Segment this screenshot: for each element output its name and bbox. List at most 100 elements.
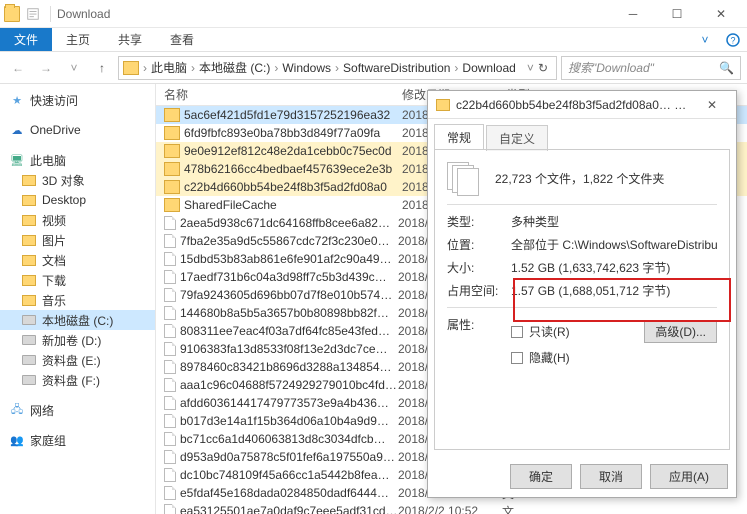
- breadcrumb-item[interactable]: 本地磁盘 (C:): [197, 59, 272, 76]
- sidebar-item[interactable]: 资料盘 (E:): [0, 350, 155, 370]
- ribbon-expand-icon[interactable]: ˅: [691, 28, 719, 51]
- files-stack-icon: [447, 162, 479, 194]
- chevron-right-icon[interactable]: ›: [189, 61, 197, 75]
- ribbon-share-tab[interactable]: 共享: [104, 28, 156, 51]
- star-icon: ★: [10, 93, 24, 107]
- separator: [50, 6, 51, 22]
- sidebar-item[interactable]: 新加卷 (D:): [0, 330, 155, 350]
- search-icon[interactable]: 🔍: [719, 61, 734, 75]
- file-name: SharedFileCache: [184, 198, 402, 212]
- chevron-right-icon[interactable]: ›: [272, 61, 280, 75]
- navigation-bar: ← → ˅ ↑ › 此电脑 › 本地磁盘 (C:) › Windows › So…: [0, 52, 747, 84]
- file-row[interactable]: ea53125501ae7a0daf9c7eee5adf31cd…2018/2/…: [156, 502, 747, 514]
- network-icon: 🖧: [10, 403, 24, 417]
- breadcrumb-item[interactable]: 此电脑: [149, 59, 189, 76]
- file-name: 5ac6ef421d5fd1e79d3157252196ea32: [184, 108, 402, 122]
- sidebar-quick-access[interactable]: ★快速访问: [0, 90, 155, 110]
- help-icon[interactable]: ?: [719, 28, 747, 51]
- hidden-checkbox[interactable]: [511, 352, 523, 364]
- file-name: ea53125501ae7a0daf9c7eee5adf31cd…: [180, 504, 398, 514]
- navigation-pane: ★快速访问 ☁OneDrive 🖥此电脑 3D 对象 Desktop 视频 图片…: [0, 84, 156, 514]
- breadcrumb-item[interactable]: Windows: [280, 61, 333, 75]
- sidebar-item[interactable]: 文档: [0, 250, 155, 270]
- nav-back-button[interactable]: ←: [6, 56, 30, 80]
- file-icon: [164, 468, 176, 482]
- address-dropdown-icon[interactable]: ˅: [527, 61, 534, 75]
- minimize-button[interactable]: ─: [611, 0, 655, 28]
- dialog-tabs: 常规 自定义: [428, 119, 736, 149]
- sidebar-item[interactable]: 下载: [0, 270, 155, 290]
- sidebar-onedrive[interactable]: ☁OneDrive: [0, 120, 155, 140]
- ribbon-home-tab[interactable]: 主页: [52, 28, 104, 51]
- nav-up-button[interactable]: ↑: [90, 56, 114, 80]
- sidebar-item[interactable]: 资料盘 (F:): [0, 370, 155, 390]
- file-name: 15dbd53b83ab861e6fe901af2c90a49…: [180, 252, 398, 266]
- value-size-on-disk: 1.57 GB (1,688,051,712 字节): [511, 282, 717, 299]
- maximize-button[interactable]: ☐: [655, 0, 699, 28]
- sidebar-item[interactable]: 音乐: [0, 290, 155, 310]
- tab-general[interactable]: 常规: [434, 124, 484, 150]
- file-icon: [164, 252, 176, 266]
- file-icon: [164, 324, 176, 338]
- ribbon-file-tab[interactable]: 文件: [0, 28, 52, 51]
- chevron-right-icon[interactable]: ›: [452, 61, 460, 75]
- cancel-button[interactable]: 取消: [580, 464, 642, 489]
- dialog-close-button[interactable]: ✕: [696, 98, 728, 112]
- sidebar-homegroup[interactable]: 👥家庭组: [0, 430, 155, 450]
- breadcrumb-item[interactable]: Download: [460, 61, 517, 75]
- file-icon: [164, 234, 176, 248]
- sidebar-item-selected[interactable]: 本地磁盘 (C:): [0, 310, 155, 330]
- breadcrumb-item[interactable]: SoftwareDistribution: [341, 61, 452, 75]
- homegroup-icon: 👥: [10, 433, 24, 447]
- qat-properties-icon[interactable]: [26, 7, 40, 21]
- folder-icon: [164, 108, 180, 122]
- dialog-titlebar[interactable]: c22b4d660bb54be24f8b3f5ad2fd08a0… 属性 ✕: [428, 91, 736, 119]
- chevron-right-icon[interactable]: ›: [141, 61, 149, 75]
- folder-icon: [22, 235, 36, 246]
- value-size: 1.52 GB (1,633,742,623 字节): [511, 259, 717, 276]
- properties-dialog: c22b4d660bb54be24f8b3f5ad2fd08a0… 属性 ✕ 常…: [427, 90, 737, 498]
- file-name: 17aedf731b6c04a3d98ff7c5b3d439c…: [180, 270, 398, 284]
- nav-forward-button[interactable]: →: [34, 56, 58, 80]
- readonly-checkbox[interactable]: [511, 326, 523, 338]
- apply-button[interactable]: 应用(A): [650, 464, 728, 489]
- dialog-title: c22b4d660bb54be24f8b3f5ad2fd08a0… 属性: [456, 96, 696, 113]
- sidebar-item[interactable]: Desktop: [0, 190, 155, 210]
- address-bar[interactable]: › 此电脑 › 本地磁盘 (C:) › Windows › SoftwareDi…: [118, 56, 557, 80]
- sidebar-this-pc[interactable]: 🖥此电脑: [0, 150, 155, 170]
- drive-icon: [22, 315, 36, 325]
- refresh-icon[interactable]: ↻: [534, 61, 552, 75]
- file-icon: [164, 360, 176, 374]
- file-name: 79fa9243605d696bb07d7f8e010b574…: [180, 288, 398, 302]
- nav-recent-dropdown[interactable]: ˅: [62, 56, 86, 80]
- tab-custom[interactable]: 自定义: [486, 125, 548, 151]
- file-icon: [164, 378, 176, 392]
- file-name: c22b4d660bb54be24f8b3f5ad2fd08a0: [184, 180, 402, 194]
- sidebar-network[interactable]: 🖧网络: [0, 400, 155, 420]
- file-icon: [164, 450, 176, 464]
- sidebar-item[interactable]: 视频: [0, 210, 155, 230]
- ribbon-view-tab[interactable]: 查看: [156, 28, 208, 51]
- folder-icon: [22, 255, 36, 266]
- title-bar: Download ─ ☐ ✕: [0, 0, 747, 28]
- column-name[interactable]: 名称: [164, 86, 402, 103]
- folder-icon: [22, 295, 36, 306]
- value-type: 多种类型: [511, 213, 717, 230]
- label-location: 位置:: [447, 236, 511, 253]
- ribbon: 文件 主页 共享 查看 ˅ ?: [0, 28, 747, 52]
- file-icon: [164, 216, 176, 230]
- chevron-right-icon[interactable]: ›: [333, 61, 341, 75]
- label-attributes: 属性:: [447, 316, 511, 366]
- search-input[interactable]: 搜索"Download" 🔍: [561, 56, 741, 80]
- close-button[interactable]: ✕: [699, 0, 743, 28]
- readonly-label: 只读(R): [529, 323, 570, 340]
- sidebar-item[interactable]: 3D 对象: [0, 170, 155, 190]
- file-name: b017d3e14a1f15b364d06a10b4a9d9…: [180, 414, 398, 428]
- sidebar-item[interactable]: 图片: [0, 230, 155, 250]
- value-location: 全部位于 C:\Windows\SoftwareDistribution\Dow…: [511, 236, 717, 253]
- file-name: 9e0e912ef812c48e2da1cebb0c75ec0d: [184, 144, 402, 158]
- file-name: 7fba2e35a9d5c55867cdc72f3c230e0…: [180, 234, 398, 248]
- advanced-button[interactable]: 高级(D)...: [644, 320, 717, 343]
- ok-button[interactable]: 确定: [510, 464, 572, 489]
- svg-text:?: ?: [730, 35, 735, 45]
